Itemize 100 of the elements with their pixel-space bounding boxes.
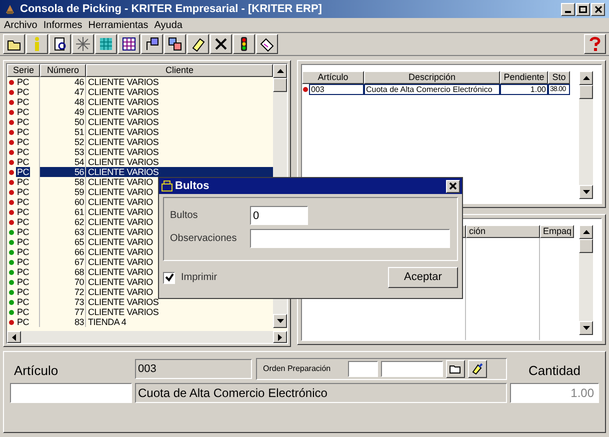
input-field[interactable] <box>348 361 378 377</box>
table-cell: CLIENTE VARIOS <box>88 307 159 317</box>
minimize-icon <box>565 10 571 12</box>
table-cell: 70 <box>40 277 86 287</box>
table-cell: PC <box>16 117 30 127</box>
table-cell: CLIENTE VARIO <box>88 207 153 217</box>
toolbar-button[interactable] <box>3 34 25 54</box>
table-cell: CLIENTE VARIO <box>88 197 153 207</box>
table-cell: 66 <box>40 247 86 257</box>
table-cell: PC <box>16 97 30 107</box>
field-label: Orden Preparación <box>263 363 331 375</box>
table-cell: CLIENTE VARIOS <box>88 167 159 177</box>
document-search-icon <box>52 36 68 52</box>
eraser-icon <box>190 36 206 52</box>
column-header[interactable]: Empaq <box>540 225 574 238</box>
table-cell: CLIENTE VARIO <box>88 187 153 197</box>
column-header[interactable]: Artículo <box>302 71 364 84</box>
toolbar-button[interactable] <box>233 34 255 54</box>
table-cell: 63 <box>40 227 86 237</box>
column-header[interactable]: Serie <box>7 64 40 77</box>
table-cell: 61 <box>40 207 86 217</box>
quantity-field[interactable]: 1.00 <box>510 383 599 403</box>
scroll-up-icon <box>582 230 590 234</box>
table-cell: 62 <box>40 217 86 227</box>
dialog-title: Bultos <box>175 178 210 194</box>
table-cell: CLIENTE VARIOS <box>88 297 159 307</box>
vertical-scrollbar[interactable] <box>579 71 593 199</box>
table-cell: 48 <box>40 97 86 107</box>
table-cell: CLIENTE VARIOS <box>88 117 159 127</box>
maximize-button[interactable] <box>576 2 590 16</box>
toolbar-button[interactable] <box>187 34 209 54</box>
column-header[interactable]: Descripción <box>364 71 500 84</box>
clear-button[interactable] <box>468 360 487 378</box>
column-header[interactable]: Cliente <box>86 64 273 77</box>
column-header[interactable]: ción <box>466 225 540 238</box>
close-button[interactable] <box>591 2 605 16</box>
column-header[interactable]: Sto <box>548 71 570 84</box>
column-header[interactable]: Número <box>40 64 86 77</box>
column-header[interactable]: Pendiente <box>500 71 548 84</box>
close-button[interactable] <box>446 180 460 192</box>
table-cell: CLIENTE VARIOS <box>88 147 159 157</box>
toolbar-button[interactable] <box>118 34 140 54</box>
table-cell: CLIENTE VARIOS <box>88 137 159 147</box>
table-cell: PC <box>16 307 30 317</box>
menu-item[interactable]: Herramientas <box>88 18 148 32</box>
table-cell: 77 <box>40 307 86 317</box>
table-cell: CLIENTE VARIO <box>88 257 153 267</box>
toolbar-button[interactable] <box>141 34 163 54</box>
table-cell: 1.00 <box>500 84 548 95</box>
table-cell: PC <box>16 237 30 247</box>
scroll-thumb[interactable] <box>579 239 593 253</box>
table-cell: 50 <box>40 117 86 127</box>
table-cell: CLIENTE VARIO <box>88 247 153 257</box>
menu-item[interactable]: Informes <box>43 18 82 32</box>
help-button[interactable] <box>584 34 606 54</box>
table-cell: 68 <box>40 267 86 277</box>
menu-item[interactable]: Ayuda <box>154 18 182 32</box>
table-cell: CLIENTE VARIO <box>88 237 153 247</box>
field-label: Cantidad <box>528 362 581 380</box>
minimize-button[interactable] <box>561 2 575 16</box>
help-icon <box>587 36 603 52</box>
toolbar-button[interactable] <box>49 34 71 54</box>
table-cell: 60 <box>40 197 86 207</box>
menu-item[interactable]: Archivo <box>4 18 38 32</box>
input-field[interactable] <box>10 383 132 403</box>
table-cell: CLIENTE VARIO <box>88 217 153 227</box>
input-field[interactable]: 0 <box>250 206 308 225</box>
scroll-thumb[interactable] <box>579 85 593 99</box>
input-field[interactable] <box>250 229 450 248</box>
table-cell: CLIENTE VARIO <box>88 267 153 277</box>
table-cell: CLIENTE VARIO <box>88 177 153 187</box>
accept-button[interactable]: Aceptar <box>388 267 458 288</box>
scroll-thumb[interactable] <box>273 78 287 92</box>
table-cell: PC <box>16 197 30 207</box>
vertical-scrollbar[interactable] <box>579 225 593 335</box>
toolbar-button[interactable] <box>72 34 94 54</box>
input-field[interactable] <box>380 361 443 377</box>
table-cell: PC <box>16 247 30 257</box>
table-cell: 53 <box>40 147 86 157</box>
toolbar-button[interactable] <box>164 34 186 54</box>
maximize-icon <box>579 6 587 12</box>
toolbar-button[interactable] <box>256 34 278 54</box>
table-cell: CLIENTE VARIO <box>88 227 153 237</box>
scroll-up-icon <box>276 69 284 73</box>
scroll-down-icon <box>276 319 284 323</box>
table-cell: PC <box>16 187 30 197</box>
horizontal-scrollbar[interactable] <box>7 331 287 343</box>
scroll-up-icon <box>582 76 590 80</box>
close-icon <box>449 182 457 190</box>
table-cell: 49 <box>40 107 86 117</box>
folder-icon <box>449 364 462 374</box>
toolbar-button[interactable] <box>26 34 48 54</box>
toolbar-button[interactable] <box>95 34 117 54</box>
checkbox[interactable] <box>163 272 175 284</box>
grid-icon <box>98 36 114 52</box>
toolbar-button[interactable] <box>210 34 232 54</box>
open-button[interactable] <box>446 360 465 378</box>
table-cell: PC <box>16 147 30 157</box>
table-cell: CLIENTE VARIOS <box>88 87 159 97</box>
table-cell: PC <box>16 217 30 227</box>
